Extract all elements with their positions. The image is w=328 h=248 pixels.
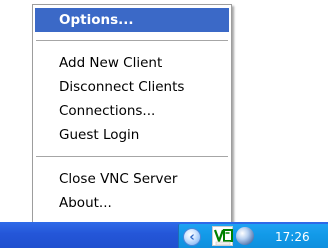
menu-item-guest-login[interactable]: Guest Login [35,123,229,147]
globe-icon[interactable] [236,227,254,245]
context-menu: Options... Add New Client Disconnect Cli… [32,4,232,231]
vnc-server-icon[interactable] [212,226,233,246]
menu-item-connections[interactable]: Connections... [35,99,229,123]
menu-item-add-new-client[interactable]: Add New Client [35,51,229,75]
clock[interactable]: 17:26 [275,230,310,244]
menu-item-disconnect-clients[interactable]: Disconnect Clients [35,75,229,99]
chevron-left-icon[interactable]: ‹ [183,228,201,246]
menu-separator [36,40,228,41]
menu-separator [36,156,228,157]
menu-item-options[interactable]: Options... [35,8,229,32]
menu-item-close-vnc-server[interactable]: Close VNC Server [35,167,229,191]
menu-item-about[interactable]: About... [35,191,229,215]
